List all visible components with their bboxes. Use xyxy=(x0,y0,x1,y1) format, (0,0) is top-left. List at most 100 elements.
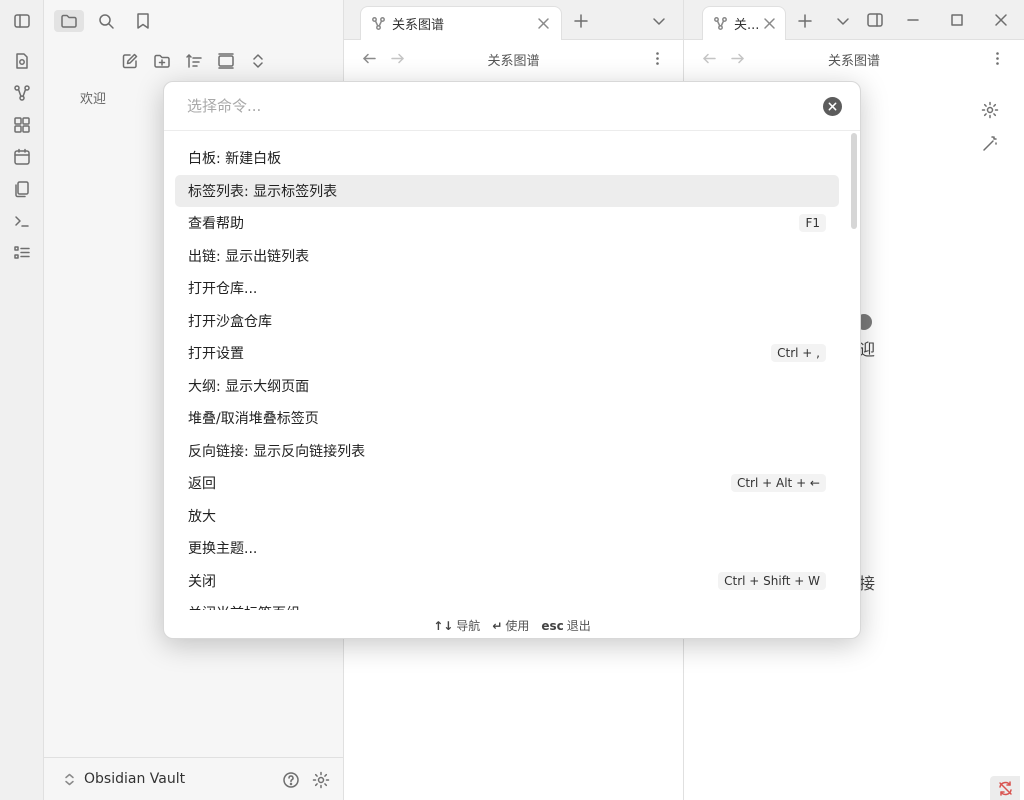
new-tab-plus-icon[interactable] xyxy=(796,12,814,30)
command-item[interactable]: 出链: 显示出链列表 xyxy=(175,240,839,273)
file-item-welcome[interactable]: 欢迎 xyxy=(80,88,106,107)
back-arrow-icon[interactable] xyxy=(362,51,377,66)
edit-icon xyxy=(122,53,138,69)
command-search-input[interactable] xyxy=(164,82,860,131)
command-item[interactable]: 打开设置 Ctrl + , xyxy=(175,337,839,370)
file-explorer-tab[interactable] xyxy=(54,10,84,32)
tab-graph[interactable]: 关系图谱 xyxy=(360,6,562,40)
tab-title: 关系图谱 xyxy=(392,18,445,33)
animate-wand-icon[interactable] xyxy=(981,135,999,153)
graph-view-icon[interactable] xyxy=(13,84,31,102)
search-icon xyxy=(99,14,114,29)
forward-arrow-icon[interactable] xyxy=(390,51,405,66)
search-tab[interactable] xyxy=(91,10,121,32)
command-item[interactable]: 白板: 新建白板 xyxy=(175,142,839,175)
graph-tab-icon xyxy=(714,17,727,30)
new-note-button[interactable] xyxy=(120,52,140,70)
command-hotkey: Ctrl + Shift + W xyxy=(718,571,826,590)
auto-reveal-button[interactable] xyxy=(216,52,236,70)
new-tab-plus-icon[interactable] xyxy=(572,12,590,30)
sort-icon xyxy=(186,54,202,68)
graph-node-label: 迎 xyxy=(859,340,876,359)
command-label: 打开设置 xyxy=(188,346,244,363)
minimize-window-icon[interactable] xyxy=(903,11,923,29)
command-item[interactable]: 大纲: 显示大纲页面 xyxy=(175,370,839,403)
tab-graph-right[interactable]: 关... xyxy=(702,6,786,40)
close-tab-icon[interactable] xyxy=(536,16,551,31)
templates-icon[interactable] xyxy=(13,180,31,198)
command-label: 出链: 显示出链列表 xyxy=(188,248,310,265)
command-label: 反向链接: 显示反向链接列表 xyxy=(188,443,366,460)
chevrons-up-down-icon xyxy=(253,54,263,68)
command-label: 关闭 xyxy=(188,573,216,590)
graph-node-label: 接 xyxy=(859,574,876,593)
command-item[interactable]: 放大 xyxy=(175,500,839,533)
maximize-window-icon[interactable] xyxy=(947,11,967,29)
command-item[interactable]: 打开沙盒仓库 xyxy=(175,305,839,338)
sync-status-icon[interactable] xyxy=(990,776,1020,800)
graph-tab-icon xyxy=(372,17,385,30)
command-item[interactable]: 查看帮助 F1 xyxy=(175,207,839,240)
tab-list-chevron-down-icon[interactable] xyxy=(650,12,668,30)
footer-exit: esc 退出 xyxy=(541,618,591,633)
tab-list-chevron-down-icon[interactable] xyxy=(834,12,852,30)
command-results-list[interactable]: 白板: 新建白板标签列表: 显示标签列表 查看帮助 F1 出链: 显示出链列表 打开仓库… xyxy=(175,142,839,610)
command-item[interactable]: 返回 Ctrl + Alt + ← xyxy=(175,467,839,500)
vault-switch-chevron-icon[interactable] xyxy=(62,772,77,787)
toggle-right-sidebar-icon[interactable] xyxy=(865,11,885,29)
command-label: 打开仓库... xyxy=(188,281,258,298)
command-palette: 白板: 新建白板标签列表: 显示标签列表查看帮助 F1 出链: 显示出链列表打开仓库… xyxy=(163,81,861,639)
footer-navigate: ↑↓ 导航 xyxy=(433,618,481,633)
more-options-icon[interactable] xyxy=(650,51,665,66)
command-label: 更换主题... xyxy=(188,541,258,558)
bookmark-icon xyxy=(137,13,149,29)
close-tab-icon[interactable] xyxy=(762,16,777,31)
command-label: 标签列表: 显示标签列表 xyxy=(188,183,338,200)
sort-button[interactable] xyxy=(184,52,204,70)
command-item[interactable]: 标签列表: 显示标签列表 xyxy=(175,174,839,207)
close-window-icon[interactable] xyxy=(991,11,1011,29)
command-palette-icon[interactable] xyxy=(13,212,31,230)
command-label: 查看帮助 xyxy=(188,216,244,233)
settings-gear-icon[interactable] xyxy=(312,771,330,789)
bookmarks-tab[interactable] xyxy=(128,10,158,32)
command-item[interactable]: 更换主题... xyxy=(175,532,839,565)
reveal-icon xyxy=(218,53,234,69)
tab-title: 关... xyxy=(734,18,760,33)
calendar-icon[interactable] xyxy=(13,148,31,166)
command-item[interactable]: 关闭 Ctrl + Shift + W xyxy=(175,565,839,598)
command-hotkey: F1 xyxy=(799,214,826,233)
command-item[interactable]: 堆叠/取消堆叠标签页 xyxy=(175,402,839,435)
clear-input-icon[interactable] xyxy=(823,97,842,116)
vault-name[interactable]: Obsidian Vault xyxy=(84,771,185,787)
more-options-icon[interactable] xyxy=(990,51,1005,66)
command-hotkey: Ctrl + Alt + ← xyxy=(730,474,826,493)
command-label: 打开沙盒仓库 xyxy=(188,313,272,330)
command-label: 关闭当前标签页组 xyxy=(188,603,300,610)
command-hotkey: Ctrl + , xyxy=(771,344,826,363)
command-item[interactable]: 打开仓库... xyxy=(175,272,839,305)
outline-icon[interactable] xyxy=(13,244,31,262)
collapse-all-button[interactable] xyxy=(248,52,268,70)
folder-icon xyxy=(61,14,77,28)
command-item[interactable]: 反向链接: 显示反向链接列表 xyxy=(175,435,839,468)
footer-use: ↵ 使用 xyxy=(492,618,530,633)
quick-switcher-icon[interactable] xyxy=(13,52,31,70)
new-folder-button[interactable] xyxy=(152,52,172,70)
toggle-sidebar-icon[interactable] xyxy=(13,12,31,30)
canvas-icon[interactable] xyxy=(13,116,31,134)
command-label: 放大 xyxy=(188,508,216,525)
graph-settings-gear-icon[interactable] xyxy=(981,101,999,119)
forward-arrow-icon[interactable] xyxy=(730,51,745,66)
back-arrow-icon[interactable] xyxy=(702,51,717,66)
command-label: 大纲: 显示大纲页面 xyxy=(188,378,310,395)
vault-switcher-bar: Obsidian Vault xyxy=(44,757,344,800)
command-item[interactable]: 关闭当前标签页组 xyxy=(175,597,839,610)
command-label: 白板: 新建白板 xyxy=(188,151,282,168)
palette-footer: ↑↓ 导航 ↵ 使用 esc 退出 xyxy=(164,610,860,638)
right-tab-strip: 关... xyxy=(684,0,1024,40)
help-icon[interactable] xyxy=(282,771,300,789)
center-tab-strip: 关系图谱 xyxy=(344,0,683,40)
command-label: 返回 xyxy=(188,476,216,493)
results-scrollbar[interactable] xyxy=(851,133,857,229)
